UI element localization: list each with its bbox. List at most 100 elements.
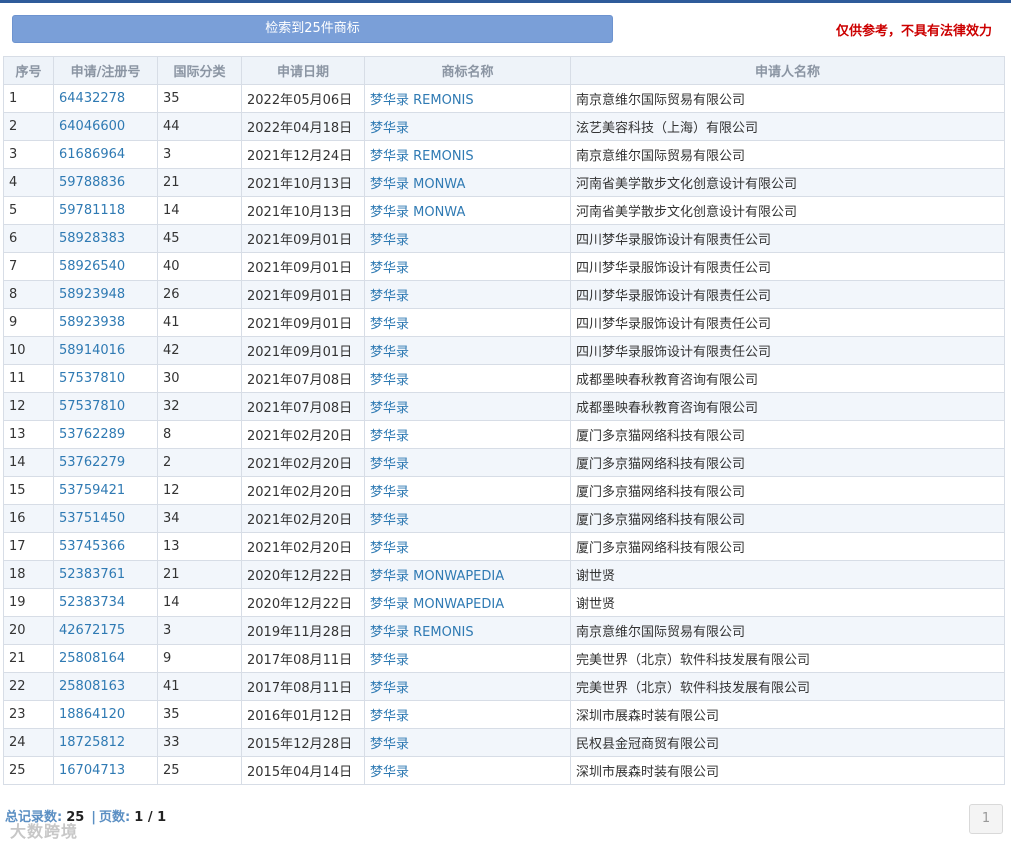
reg-no-link[interactable]: 64046600 xyxy=(53,112,158,141)
mark-name-link[interactable]: 梦华录 xyxy=(364,308,571,337)
row-index: 4 xyxy=(3,168,54,197)
applicant-cell: 厦门多京猫网络科技有限公司 xyxy=(570,532,1005,561)
reg-no-link[interactable]: 25808163 xyxy=(53,672,158,701)
date-cell: 2021年09月01日 xyxy=(241,308,365,337)
date-cell: 2021年10月13日 xyxy=(241,196,365,225)
class-cell: 3 xyxy=(157,140,242,169)
mark-name-link[interactable]: 梦华录 xyxy=(364,336,571,365)
reg-no-link[interactable]: 58928383 xyxy=(53,224,158,253)
table-row: 18 52383761 21 2020年12月22日 梦华录 MONWAPEDIA 谢世贤 xyxy=(3,560,1005,589)
reg-no-link[interactable]: 58923948 xyxy=(53,280,158,309)
reg-no-link[interactable]: 53762289 xyxy=(53,420,158,449)
mark-name-link[interactable]: 梦华录 REMONIS xyxy=(364,84,571,113)
table-row: 16 53751450 34 2021年02月20日 梦华录 厦门多京猫网络科技有限公司 xyxy=(3,504,1005,533)
applicant-cell: 谢世贤 xyxy=(570,560,1005,589)
header-col-mark-name: 商标名称 xyxy=(364,56,571,85)
applicant-cell: 厦门多京猫网络科技有限公司 xyxy=(570,420,1005,449)
date-cell: 2015年12月28日 xyxy=(241,728,365,757)
date-cell: 2017年08月11日 xyxy=(241,644,365,673)
mark-name-link[interactable]: 梦华录 MONWA xyxy=(364,196,571,225)
mark-name-link[interactable]: 梦华录 xyxy=(364,420,571,449)
reg-no-link[interactable]: 64432278 xyxy=(53,84,158,113)
pages-count: 1 / 1 xyxy=(134,810,167,825)
applicant-cell: 厦门多京猫网络科技有限公司 xyxy=(570,504,1005,533)
applicant-cell: 河南省美学散步文化创意设计有限公司 xyxy=(570,196,1005,225)
class-cell: 33 xyxy=(157,728,242,757)
applicant-cell: 河南省美学散步文化创意设计有限公司 xyxy=(570,168,1005,197)
class-cell: 41 xyxy=(157,308,242,337)
mark-name-link[interactable]: 梦华录 xyxy=(364,476,571,505)
mark-name-link[interactable]: 梦华录 xyxy=(364,280,571,309)
mark-name-link[interactable]: 梦华录 xyxy=(364,728,571,757)
class-cell: 41 xyxy=(157,672,242,701)
reg-no-link[interactable]: 18725812 xyxy=(53,728,158,757)
row-index: 19 xyxy=(3,588,54,617)
reg-no-link[interactable]: 58914016 xyxy=(53,336,158,365)
reg-no-link[interactable]: 58923938 xyxy=(53,308,158,337)
row-index: 5 xyxy=(3,196,54,225)
reg-no-link[interactable]: 42672175 xyxy=(53,616,158,645)
reg-no-link[interactable]: 58926540 xyxy=(53,252,158,281)
pages-label: 页数: xyxy=(99,810,131,825)
mark-name-link[interactable]: 梦华录 xyxy=(364,252,571,281)
table-row: 5 59781118 14 2021年10月13日 梦华录 MONWA 河南省美学散步文化… xyxy=(3,196,1005,225)
table-row: 2 64046600 44 2022年04月18日 梦华录 泫艺美容科技（上海）有限公司 xyxy=(3,112,1005,141)
mark-name-link[interactable]: 梦华录 xyxy=(364,504,571,533)
mark-name-link[interactable]: 梦华录 REMONIS xyxy=(364,140,571,169)
applicant-cell: 厦门多京猫网络科技有限公司 xyxy=(570,448,1005,477)
date-cell: 2021年09月01日 xyxy=(241,224,365,253)
mark-name-link[interactable]: 梦华录 MONWA xyxy=(364,168,571,197)
reg-no-link[interactable]: 59788836 xyxy=(53,168,158,197)
reg-no-link[interactable]: 25808164 xyxy=(53,644,158,673)
reg-no-link[interactable]: 52383734 xyxy=(53,588,158,617)
reg-no-link[interactable]: 18864120 xyxy=(53,700,158,729)
reg-no-link[interactable]: 53745366 xyxy=(53,532,158,561)
reg-no-link[interactable]: 53751450 xyxy=(53,504,158,533)
date-cell: 2021年02月20日 xyxy=(241,504,365,533)
mark-name-link[interactable]: 梦华录 xyxy=(364,448,571,477)
header-col-applicant: 申请人名称 xyxy=(570,56,1005,85)
class-cell: 45 xyxy=(157,224,242,253)
table-row: 15 53759421 12 2021年02月20日 梦华录 厦门多京猫网络科技有限公司 xyxy=(3,476,1005,505)
mark-name-link[interactable]: 梦华录 xyxy=(364,392,571,421)
class-cell: 42 xyxy=(157,336,242,365)
reg-no-link[interactable]: 61686964 xyxy=(53,140,158,169)
mark-name-link[interactable]: 梦华录 xyxy=(364,112,571,141)
class-cell: 21 xyxy=(157,168,242,197)
table-row: 24 18725812 33 2015年12月28日 梦华录 民权县金冠商贸有限公司 xyxy=(3,728,1005,757)
date-cell: 2021年07月08日 xyxy=(241,392,365,421)
mark-name-link[interactable]: 梦华录 xyxy=(364,532,571,561)
reg-no-link[interactable]: 57537810 xyxy=(53,364,158,393)
applicant-cell: 四川梦华录服饰设计有限责任公司 xyxy=(570,336,1005,365)
reg-no-link[interactable]: 53759421 xyxy=(53,476,158,505)
class-cell: 13 xyxy=(157,532,242,561)
mark-name-link[interactable]: 梦华录 xyxy=(364,672,571,701)
class-cell: 2 xyxy=(157,448,242,477)
reg-no-link[interactable]: 16704713 xyxy=(53,756,158,785)
table-row: 3 61686964 3 2021年12月24日 梦华录 REMONIS 南京意维尔国际贸… xyxy=(3,140,1005,169)
table-row: 14 53762279 2 2021年02月20日 梦华录 厦门多京猫网络科技有限公司 xyxy=(3,448,1005,477)
table-row: 4 59788836 21 2021年10月13日 梦华录 MONWA 河南省美学散步文化… xyxy=(3,168,1005,197)
mark-name-link[interactable]: 梦华录 xyxy=(364,756,571,785)
mark-name-link[interactable]: 梦华录 xyxy=(364,224,571,253)
class-cell: 14 xyxy=(157,196,242,225)
reg-no-link[interactable]: 53762279 xyxy=(53,448,158,477)
mark-name-link[interactable]: 梦华录 xyxy=(364,644,571,673)
row-index: 23 xyxy=(3,700,54,729)
reg-no-link[interactable]: 57537810 xyxy=(53,392,158,421)
search-result-button[interactable]: 检索到25件商标 xyxy=(12,15,613,43)
trademark-table: 序号 申请/注册号 国际分类 申请日期 商标名称 申请人名称 1 64432278 35 202… xyxy=(3,56,1005,785)
reg-no-link[interactable]: 52383761 xyxy=(53,560,158,589)
mark-name-link[interactable]: 梦华录 REMONIS xyxy=(364,616,571,645)
row-index: 6 xyxy=(3,224,54,253)
row-index: 11 xyxy=(3,364,54,393)
mark-name-link[interactable]: 梦华录 xyxy=(364,700,571,729)
class-cell: 30 xyxy=(157,364,242,393)
mark-name-link[interactable]: 梦华录 xyxy=(364,364,571,393)
top-accent-line xyxy=(0,0,1011,3)
mark-name-link[interactable]: 梦华录 MONWAPEDIA xyxy=(364,560,571,589)
reg-no-link[interactable]: 59781118 xyxy=(53,196,158,225)
mark-name-link[interactable]: 梦华录 MONWAPEDIA xyxy=(364,588,571,617)
table-row: 22 25808163 41 2017年08月11日 梦华录 完美世界（北京）软件科技发展… xyxy=(3,672,1005,701)
pager-page-1-button[interactable]: 1 xyxy=(969,804,1003,834)
